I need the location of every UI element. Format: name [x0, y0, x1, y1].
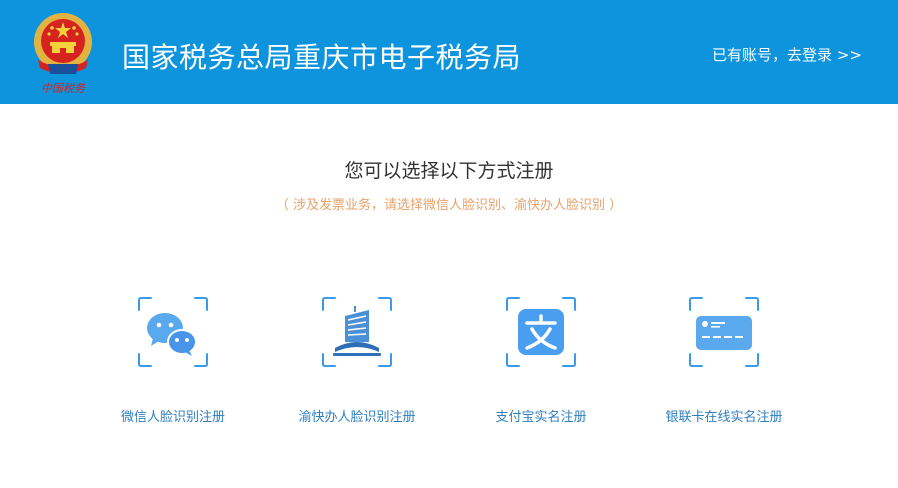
building-icon	[322, 297, 392, 367]
wechat-icon	[138, 297, 208, 367]
wechat-face-register-option[interactable]: 微信人脸识别注册	[78, 296, 268, 436]
login-link[interactable]: 已有账号，去登录 >>	[712, 44, 862, 65]
tax-emblem-logo: 中国税务	[34, 13, 92, 95]
alipay-icon	[506, 297, 576, 367]
wechat-face-register-label: 微信人脸识别注册	[120, 410, 225, 425]
bank-card-icon	[689, 297, 759, 367]
alipay-register-label: 支付宝实名注册	[495, 410, 587, 425]
page-header: 中国税务 国家税务总局重庆市电子税务局 已有账号，去登录 >>	[0, 0, 898, 104]
invoice-note: （ 涉及发票业务，请选择微信人脸识别、渝快办人脸识别 ）	[275, 198, 623, 213]
alipay-register-option[interactable]: 支付宝实名注册	[446, 296, 636, 436]
yukuaiban-face-register-option[interactable]: 渝快办人脸识别注册	[262, 296, 452, 436]
unionpay-card-register-option[interactable]: 银联卡在线实名注册	[629, 296, 819, 436]
yukuaiban-face-register-label: 渝快办人脸识别注册	[298, 410, 416, 425]
emblem-text: 中国税务	[41, 82, 86, 95]
unionpay-card-register-label: 银联卡在线实名注册	[665, 410, 783, 425]
site-title: 国家税务总局重庆市电子税务局	[122, 41, 522, 74]
page-title: 您可以选择以下方式注册	[344, 160, 554, 182]
